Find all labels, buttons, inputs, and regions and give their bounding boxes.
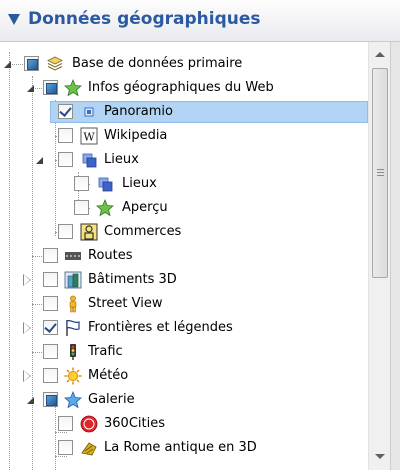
tree-item-commerces[interactable]: Commerces xyxy=(0,220,368,244)
tree-item-360cities[interactable]: 360Cities xyxy=(0,412,368,436)
scroll-grip xyxy=(377,169,384,170)
tree-item-label: La Rome antique en 3D xyxy=(104,440,257,455)
tree-item-label: Frontières et légendes xyxy=(88,320,233,335)
ancient-rome-icon xyxy=(81,442,97,456)
pegman-icon xyxy=(69,295,77,313)
tree-item-label: Aperçu xyxy=(122,200,168,215)
collapse-arrow-icon[interactable] xyxy=(8,14,20,25)
layer-checkbox[interactable] xyxy=(43,344,58,359)
panoramio-icon xyxy=(84,107,94,117)
roads-icon xyxy=(65,252,81,260)
layer-checkbox[interactable] xyxy=(58,104,73,119)
panel-header[interactable]: Données géographiques xyxy=(0,0,400,42)
tree-item-trafic[interactable]: Trafic xyxy=(0,340,368,364)
wikipedia-icon: W xyxy=(80,127,98,145)
tree-item-routes[interactable]: Routes xyxy=(0,244,368,268)
layer-checkbox[interactable] xyxy=(58,152,73,167)
tree-item-label: Galerie xyxy=(88,392,135,407)
green-star-icon xyxy=(64,79,82,97)
scroll-grip xyxy=(377,175,384,176)
tree-item-wikipedia[interactable]: W Wikipedia xyxy=(0,124,368,148)
360cities-icon xyxy=(80,415,98,433)
vertical-scrollbar[interactable] xyxy=(368,42,390,470)
tree-item-frontieres[interactable]: Frontières et légendes xyxy=(0,316,368,340)
layer-checkbox[interactable] xyxy=(24,56,39,71)
window-edge xyxy=(390,42,400,470)
buildings-3d-icon xyxy=(64,271,82,289)
tree-item-label: Infos géographiques du Web xyxy=(88,80,274,95)
tree-item-meteo[interactable]: Météo xyxy=(0,364,368,388)
layer-checkbox[interactable] xyxy=(43,80,58,95)
flag-icon xyxy=(66,319,80,336)
traffic-light-icon xyxy=(70,344,76,360)
scroll-down-arrow-icon[interactable] xyxy=(369,448,391,466)
blue-star-icon xyxy=(64,391,82,409)
expand-arrow-icon[interactable] xyxy=(26,83,36,93)
tree-item-lieux-group[interactable]: Lieux xyxy=(0,148,368,172)
places-icon xyxy=(98,177,113,192)
tree-item-galerie[interactable]: Galerie xyxy=(0,388,368,412)
tree-item-label: 360Cities xyxy=(104,416,165,431)
expand-arrow-icon[interactable] xyxy=(35,155,45,165)
tree-item-panoramio[interactable]: Panoramio xyxy=(0,100,368,124)
tree-item-street-view[interactable]: Street View xyxy=(0,292,368,316)
expand-arrow-icon[interactable] xyxy=(26,395,36,405)
scroll-grip xyxy=(377,172,384,173)
svg-text:W: W xyxy=(83,131,95,144)
tree-item-label: Commerces xyxy=(104,224,182,239)
tree-item-label: Trafic xyxy=(88,344,123,359)
layers-tree: Base de données primaire Infos géographi… xyxy=(0,42,368,470)
shops-icon xyxy=(80,223,98,241)
layer-checkbox[interactable] xyxy=(43,248,58,263)
layer-checkbox[interactable] xyxy=(58,224,73,239)
tree-item-lieux[interactable]: Lieux xyxy=(0,172,368,196)
tree-item-infos-web[interactable]: Infos géographiques du Web xyxy=(0,76,368,100)
tree-item-label: Lieux xyxy=(122,176,157,191)
tree-item-base-de-donnees[interactable]: Base de données primaire xyxy=(0,52,368,76)
tree-item-label: Lieux xyxy=(104,152,139,167)
scroll-thumb[interactable] xyxy=(372,68,388,278)
layer-checkbox[interactable] xyxy=(43,296,58,311)
places-icon xyxy=(82,153,97,168)
tree-item-batiments-3d[interactable]: Bâtiments 3D xyxy=(0,268,368,292)
green-star-icon xyxy=(96,199,114,217)
tree-item-label: Bâtiments 3D xyxy=(88,272,177,287)
tree-item-label: Base de données primaire xyxy=(72,56,243,71)
layer-checkbox[interactable] xyxy=(43,392,58,407)
layer-checkbox[interactable] xyxy=(43,272,58,287)
layer-checkbox[interactable] xyxy=(58,416,73,431)
layer-checkbox[interactable] xyxy=(58,440,73,455)
layer-checkbox[interactable] xyxy=(58,128,73,143)
tree-item-label: Météo xyxy=(88,368,129,383)
expand-arrow-icon[interactable] xyxy=(22,274,32,286)
tree-item-label: Street View xyxy=(88,296,163,311)
tree-item-label: Panoramio xyxy=(104,104,173,119)
tree-item-label: Wikipedia xyxy=(104,128,168,143)
sun-icon xyxy=(64,367,82,385)
expand-arrow-icon[interactable] xyxy=(22,370,32,382)
layer-checkbox[interactable] xyxy=(74,176,89,191)
tree-item-label: Routes xyxy=(88,248,133,263)
expand-arrow-icon[interactable] xyxy=(3,59,13,69)
layer-checkbox[interactable] xyxy=(43,368,58,383)
layer-checkbox[interactable] xyxy=(43,320,58,335)
layers-icon xyxy=(47,56,63,71)
scroll-up-arrow-icon[interactable] xyxy=(369,46,391,64)
layer-checkbox[interactable] xyxy=(74,200,89,215)
expand-arrow-icon[interactable] xyxy=(22,322,32,334)
panel-title: Données géographiques xyxy=(28,9,261,29)
tree-item-rome-antique[interactable]: La Rome antique en 3D xyxy=(0,436,368,460)
tree-item-apercu[interactable]: Aperçu xyxy=(0,196,368,220)
